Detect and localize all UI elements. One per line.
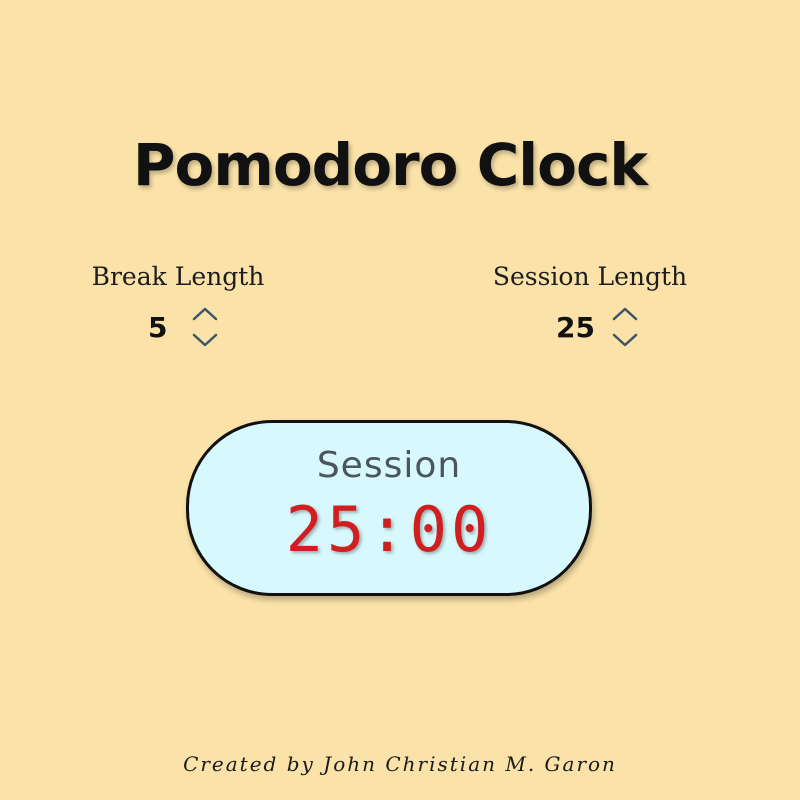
break-length-control: Break Length 5 — [78, 262, 278, 361]
page-title: Pomodoro Clock — [133, 130, 648, 199]
break-increment-button[interactable] — [188, 301, 222, 327]
session-length-arrows — [608, 301, 642, 357]
break-length-label: Break Length — [91, 262, 265, 291]
session-length-value: 25 — [556, 311, 595, 344]
timer-display[interactable]: Session 25:00 — [186, 420, 592, 596]
session-length-control: Session Length 25 — [490, 262, 690, 361]
session-decrement-button[interactable] — [608, 327, 642, 353]
chevron-up-icon — [612, 307, 638, 321]
timer-time: 25:00 — [285, 493, 493, 566]
footer-credit: Created by John Christian M. Garon — [183, 752, 617, 776]
session-increment-button[interactable] — [608, 301, 642, 327]
break-decrement-button[interactable] — [188, 327, 222, 353]
break-length-value: 5 — [148, 311, 168, 344]
break-length-arrows — [188, 301, 222, 357]
chevron-down-icon — [192, 333, 218, 347]
break-length-row: 5 — [78, 301, 278, 361]
chevron-up-icon — [192, 307, 218, 321]
session-length-row: 25 — [490, 301, 690, 361]
session-length-label: Session Length — [492, 262, 688, 291]
chevron-down-icon — [612, 333, 638, 347]
timer-label: Session — [316, 445, 462, 486]
